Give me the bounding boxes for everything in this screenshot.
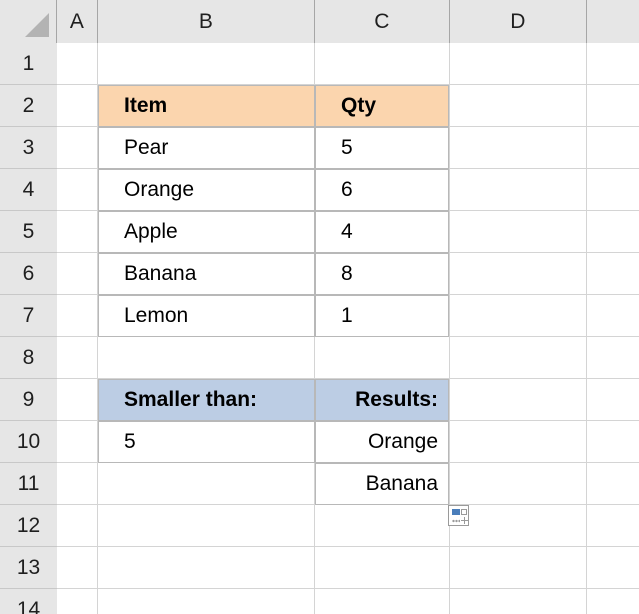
quick-analysis-white-block (461, 509, 467, 515)
result-cell[interactable]: Banana (315, 463, 449, 505)
column-header-e[interactable] (587, 0, 639, 43)
row-header-3[interactable]: 3 (0, 127, 57, 169)
column-header-a[interactable]: A (57, 0, 98, 43)
source-table-header-qty[interactable]: Qty (315, 85, 449, 127)
column-header-b[interactable]: B (98, 0, 315, 43)
quick-analysis-dots (452, 519, 460, 523)
row-header-8[interactable]: 8 (0, 337, 57, 379)
select-all-corner[interactable] (0, 0, 57, 43)
table-cell-item[interactable]: Banana (98, 253, 315, 295)
table-cell-qty[interactable]: 6 (315, 169, 449, 211)
row-header-strip: 1 2 3 4 5 6 7 8 9 10 11 12 13 14 (0, 43, 57, 614)
column-header-d[interactable]: D (450, 0, 587, 43)
table-cell-item[interactable]: Orange (98, 169, 315, 211)
quick-analysis-blue-block (452, 509, 460, 515)
row-header-12[interactable]: 12 (0, 505, 57, 547)
table-cell-qty[interactable]: 4 (315, 211, 449, 253)
source-table-header-item[interactable]: Item (98, 85, 315, 127)
quick-analysis-icon[interactable] (448, 505, 469, 526)
select-all-triangle-icon (25, 13, 49, 37)
spreadsheet-canvas: A B C D 1 2 3 4 5 6 7 8 9 10 11 12 13 14… (0, 0, 639, 614)
table-cell-item[interactable]: Apple (98, 211, 315, 253)
gridline-vertical (586, 43, 587, 614)
result-cell[interactable]: Orange (315, 421, 449, 463)
gridline-horizontal (57, 546, 639, 547)
row-header-9[interactable]: 9 (0, 379, 57, 421)
criteria-header-label[interactable]: Smaller than: (98, 379, 315, 421)
row-header-6[interactable]: 6 (0, 253, 57, 295)
results-header-label[interactable]: Results: (315, 379, 449, 421)
gridline-horizontal (57, 588, 639, 589)
criteria-value-cell[interactable]: 5 (98, 421, 315, 463)
row-header-10[interactable]: 10 (0, 421, 57, 463)
row-header-1[interactable]: 1 (0, 43, 57, 85)
table-cell-qty[interactable]: 8 (315, 253, 449, 295)
row-header-2[interactable]: 2 (0, 85, 57, 127)
table-cell-qty[interactable]: 1 (315, 295, 449, 337)
row-header-13[interactable]: 13 (0, 547, 57, 589)
column-header-c[interactable]: C (315, 0, 450, 43)
row-header-4[interactable]: 4 (0, 169, 57, 211)
row-header-5[interactable]: 5 (0, 211, 57, 253)
table-cell-item[interactable]: Pear (98, 127, 315, 169)
quick-analysis-plus-icon (464, 517, 465, 524)
row-header-14[interactable]: 14 (0, 589, 57, 614)
table-cell-qty[interactable]: 5 (315, 127, 449, 169)
table-cell-item[interactable]: Lemon (98, 295, 315, 337)
row-header-11[interactable]: 11 (0, 463, 57, 505)
row-header-7[interactable]: 7 (0, 295, 57, 337)
column-header-strip: A B C D (0, 0, 639, 43)
gridline-vertical (449, 43, 450, 614)
